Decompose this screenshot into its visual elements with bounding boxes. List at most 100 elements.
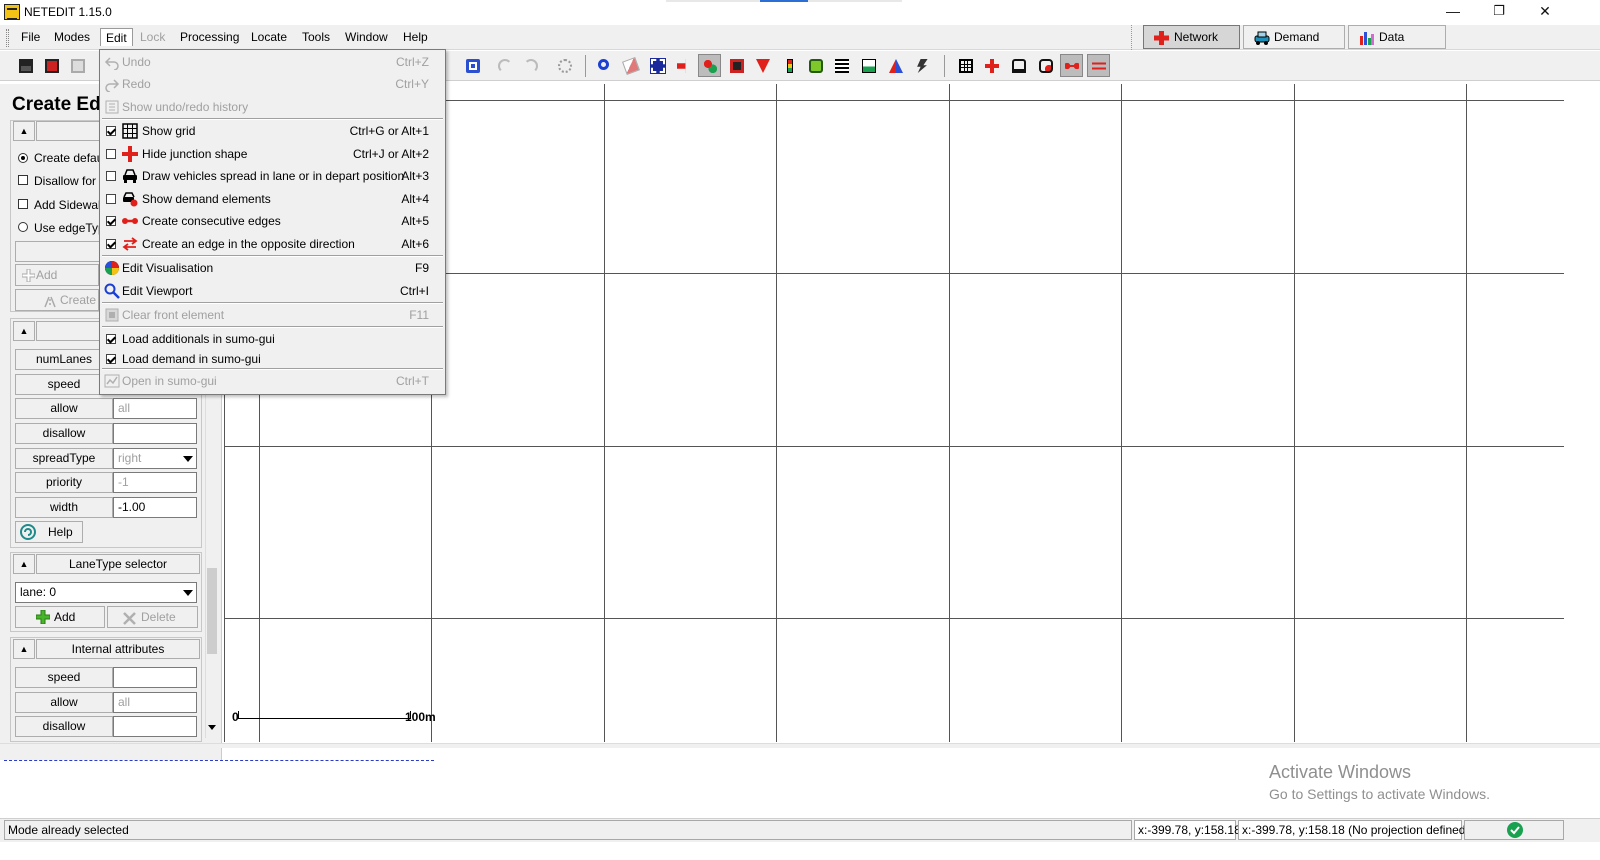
crossing-mode-button[interactable] <box>830 54 853 77</box>
template-collapse-button[interactable]: ▲ <box>13 121 35 141</box>
menu-undo[interactable]: Undo Ctrl+Z <box>100 51 445 73</box>
int-disallow-input[interactable] <box>113 716 197 737</box>
prohibition-mode-button[interactable] <box>751 54 774 77</box>
toggle-consecutive-edges-button[interactable] <box>1060 54 1083 77</box>
menu-redo[interactable]: Redo Ctrl+Y <box>100 73 445 95</box>
int-speed-input[interactable] <box>113 667 197 688</box>
inspect-mode-button[interactable] <box>593 54 616 77</box>
menu-edit[interactable]: Edit <box>100 28 133 46</box>
menu-modes[interactable]: Modes <box>49 28 95 46</box>
select-mode-button[interactable] <box>646 54 669 77</box>
lanetype-collapse-button[interactable]: ▲ <box>13 554 35 574</box>
menu-file[interactable]: File <box>16 28 45 46</box>
network-mode-icon <box>1154 30 1169 45</box>
toggle-junction-shape-button[interactable] <box>980 54 1003 77</box>
taz-mode-button[interactable] <box>857 54 880 77</box>
menu-edit-visualisation[interactable]: Edit Visualisation F9 <box>100 257 445 279</box>
wire-mode-button[interactable] <box>910 54 933 77</box>
consecutive-edges-checkbox[interactable] <box>106 216 116 226</box>
lane-select[interactable]: lane: 0 <box>15 582 197 603</box>
menu-load-additionals[interactable]: Load additionals in sumo-gui <box>100 328 445 350</box>
template-create-button[interactable]: Create <box>15 289 99 311</box>
menu-consecutive-edges[interactable]: Create consecutive edges Alt+5 <box>100 210 445 232</box>
menu-show-grid[interactable]: Show grid Ctrl+G or Alt+1 <box>100 120 445 142</box>
data-mode-button[interactable]: Data <box>1348 25 1446 49</box>
screenshot-button[interactable] <box>461 54 484 77</box>
toggle-grid-button[interactable] <box>954 54 977 77</box>
menu-show-demand[interactable]: Show demand elements Alt+4 <box>100 188 445 210</box>
magnifier-icon <box>104 283 120 299</box>
toggle-spread-vehicles-button[interactable] <box>1007 54 1030 77</box>
attr-spreadtype-button[interactable]: spreadType <box>15 448 113 469</box>
splitter[interactable] <box>0 743 1600 748</box>
attr-disallow-button[interactable]: disallow <box>15 423 113 444</box>
int-speed-button[interactable]: speed <box>15 667 113 688</box>
save-all-button[interactable] <box>40 54 63 77</box>
delete-mode-button[interactable] <box>619 54 642 77</box>
move-mode-button[interactable] <box>672 54 695 77</box>
save-disabled-button[interactable] <box>66 54 89 77</box>
disallow-checkbox[interactable] <box>18 175 28 185</box>
minimize-button[interactable]: — <box>1430 0 1476 24</box>
int-allow-input[interactable]: all <box>113 692 197 713</box>
polygon-mode-button[interactable] <box>884 54 907 77</box>
create-default-radio[interactable] <box>18 153 28 163</box>
additional-mode-button[interactable] <box>804 54 827 77</box>
attr-allow-button[interactable]: allow <box>15 398 113 419</box>
attr-priority-input[interactable]: -1 <box>113 472 197 493</box>
redo-button[interactable] <box>519 54 542 77</box>
add-sidewalk-checkbox[interactable] <box>18 199 28 209</box>
attr-allow-input[interactable]: all <box>113 398 197 419</box>
help-button[interactable]: Help <box>15 521 83 543</box>
opposite-edge-checkbox[interactable] <box>106 239 116 249</box>
menu-load-demand[interactable]: Load demand in sumo-gui <box>100 348 445 370</box>
menu-tools[interactable]: Tools <box>297 28 335 46</box>
close-button[interactable]: ✕ <box>1522 0 1568 24</box>
menu-processing[interactable]: Processing <box>175 28 244 46</box>
menu-spread-vehicles[interactable]: Draw vehicles spread in lane or in depar… <box>100 165 445 187</box>
load-demand-checkbox[interactable] <box>106 354 116 364</box>
attr-priority-button[interactable]: priority <box>15 472 113 493</box>
restore-button[interactable]: ❐ <box>1476 0 1522 24</box>
demand-mode-button[interactable]: Demand <box>1243 25 1345 49</box>
internal-collapse-button[interactable]: ▲ <box>13 321 35 341</box>
menu-edit-viewport[interactable]: Edit Viewport Ctrl+I <box>100 280 445 302</box>
menu-lock[interactable]: Lock <box>135 28 170 46</box>
clear-front-icon <box>104 307 120 323</box>
menu-opposite-edge[interactable]: Create an edge in the opposite direction… <box>100 233 445 255</box>
menu-undo-history[interactable]: Show undo/redo history <box>100 96 445 118</box>
menu-window[interactable]: Window <box>340 28 393 46</box>
use-edgetype-radio[interactable] <box>18 222 28 232</box>
scrollbar-thumb[interactable] <box>207 568 217 654</box>
connection-mode-button[interactable] <box>725 54 748 77</box>
menu-locate[interactable]: Locate <box>246 28 292 46</box>
show-demand-checkbox[interactable] <box>106 194 116 204</box>
menu-help[interactable]: Help <box>398 28 433 46</box>
hide-junction-checkbox[interactable] <box>106 149 116 159</box>
menu-open-sumo-gui[interactable]: Open in sumo-gui Ctrl+T <box>100 370 445 392</box>
undo-button[interactable] <box>493 54 516 77</box>
internal-attrs-collapse-button[interactable]: ▲ <box>13 639 35 659</box>
attr-width-button[interactable]: width <box>15 497 113 518</box>
spread-vehicles-checkbox[interactable] <box>106 171 116 181</box>
lane-add-button[interactable]: Add <box>15 606 105 628</box>
show-grid-checkbox[interactable] <box>106 126 116 136</box>
template-add-button[interactable]: Add <box>15 264 99 286</box>
network-mode-button[interactable]: Network <box>1143 25 1240 49</box>
menu-clear-front[interactable]: Clear front element F11 <box>100 304 445 326</box>
lane-delete-button[interactable]: Delete <box>107 606 198 628</box>
load-additionals-checkbox[interactable] <box>106 334 116 344</box>
toggle-opposite-edge-button[interactable] <box>1087 54 1110 77</box>
scroll-down-icon[interactable] <box>208 725 216 730</box>
int-disallow-button[interactable]: disallow <box>15 716 113 737</box>
attr-width-input[interactable]: -1.00 <box>113 497 197 518</box>
toggle-demand-button[interactable] <box>1034 54 1057 77</box>
save-network-button[interactable] <box>14 54 37 77</box>
attr-spreadtype-select[interactable]: right <box>113 448 197 469</box>
compute-junctions-button[interactable] <box>553 54 576 77</box>
menu-hide-junction[interactable]: Hide junction shape Ctrl+J or Alt+2 <box>100 143 445 165</box>
traffic-light-mode-button[interactable] <box>778 54 801 77</box>
attr-disallow-input[interactable] <box>113 423 197 444</box>
create-edge-mode-button[interactable] <box>698 54 721 77</box>
int-allow-button[interactable]: allow <box>15 692 113 713</box>
